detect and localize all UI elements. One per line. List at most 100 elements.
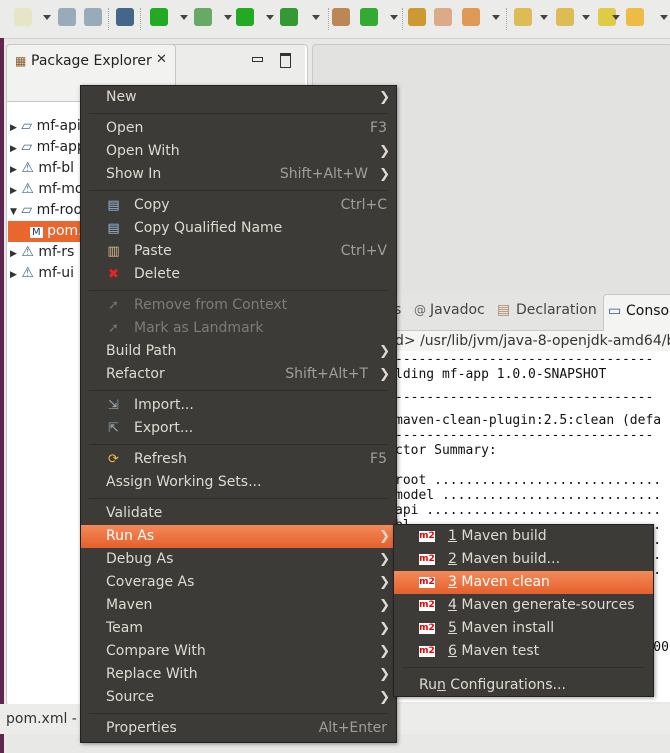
submenu-item-run-configurations[interactable]: Run Configurations... [394,674,653,697]
dropdown-arrow-icon[interactable] [612,15,620,20]
console-line: root ............................. [395,473,662,488]
maven-project-icon: ▱ [21,139,33,155]
submenu-item-label: 6 Maven test [448,643,540,659]
dropdown-arrow-icon[interactable] [540,15,548,20]
menu-item-debug-as[interactable]: Debug As ❯ [81,548,396,571]
menu-item-refactor[interactable]: Refactor Shift+Alt+T ❯ [81,363,396,386]
menu-item-delete[interactable]: ✖ Delete [81,263,396,286]
refresh-icon: ⟳ [108,452,119,467]
menu-item-copy[interactable]: ▤ Copy Ctrl+C [81,194,396,217]
menu-item-coverage-as[interactable]: Coverage As ❯ [81,571,396,594]
menu-item-properties[interactable]: Properties Alt+Enter [81,717,396,740]
external-tools-icon[interactable] [280,8,298,26]
next-annotation-icon[interactable] [514,8,532,26]
tab-declaration[interactable]: Declaration [516,302,597,318]
tree-item-label: mf-roo [36,202,83,218]
save-icon[interactable] [58,8,76,26]
menu-item-run-as[interactable]: Run As ❯ [81,525,396,548]
menu-item-compare-with[interactable]: Compare With ❯ [81,640,396,663]
new-java-package-icon[interactable] [332,8,350,26]
menu-item-label: Coverage As [106,574,195,590]
menu-item-validate[interactable]: Validate [81,502,396,525]
dropdown-arrow-icon[interactable] [312,15,320,20]
minimize-icon[interactable] [252,57,263,62]
dropdown-arrow-icon[interactable] [582,15,590,20]
dropdown-arrow-icon[interactable] [43,15,51,20]
search-icon[interactable] [462,8,480,26]
dropdown-arrow-icon[interactable] [266,15,274,20]
menu-item-paste[interactable]: ▥ Paste Ctrl+V [81,240,396,263]
debug-icon[interactable] [194,8,212,26]
menu-item-assign-working-sets[interactable]: Assign Working Sets... [81,471,396,494]
menu-item-refresh[interactable]: ⟳ Refresh F5 [81,448,396,471]
tab-label: Consol [626,303,670,319]
menu-item-open-with[interactable]: Open With ❯ [81,140,396,163]
collapsed-arrow-icon[interactable]: ▶ [10,144,17,154]
console-line: ctor Summary: [395,443,497,458]
menu-separator [89,390,388,391]
menu-item-build-path[interactable]: Build Path ❯ [81,340,396,363]
dropdown-arrow-icon[interactable] [492,15,500,20]
submenu-item-label: 2 Maven build... [448,551,561,567]
collapsed-arrow-icon[interactable]: ▶ [10,186,17,196]
menu-item-show-in[interactable]: Show In Shift+Alt+W ❯ [81,163,396,186]
submenu-item-maven[interactable]: m2 2 Maven build... [394,548,653,571]
collapsed-arrow-icon[interactable]: ▶ [10,123,17,133]
submenu-item-maven[interactable]: m2 4 Maven generate-sources [394,594,653,617]
menu-item-open[interactable]: Open F3 [81,117,396,140]
back-icon[interactable] [626,8,644,26]
shortcut-label: F3 [370,120,387,136]
open-type-icon[interactable] [408,8,426,26]
submenu-item-maven[interactable]: m2 5 Maven install [394,617,653,640]
menu-item-import[interactable]: ⇲ Import... [81,394,396,417]
dropdown-arrow-icon[interactable] [180,15,188,20]
menu-item-replace-with[interactable]: Replace With ❯ [81,663,396,686]
collapsed-arrow-icon[interactable]: ▶ [10,270,17,280]
submenu-item-maven[interactable]: m2 1 Maven build [394,525,653,548]
submenu-item-maven[interactable]: m2 3 Maven clean [394,571,653,594]
toggle-mark-occurrences-icon[interactable] [116,8,134,26]
menu-item-export[interactable]: ⇱ Export... [81,417,396,440]
dropdown-arrow-icon[interactable] [390,15,398,20]
tree-item-project[interactable]: ▶ ⚠ mf-rs [10,242,74,263]
menu-item-maven[interactable]: Maven ❯ [81,594,396,617]
console-line: maven-clean-plugin:2.5:clean (defa [395,413,662,428]
new-wizard-icon[interactable] [14,8,32,26]
open-task-icon[interactable] [434,8,452,26]
submenu-item-maven[interactable]: m2 6 Maven test [394,640,653,663]
status-text: pom.xml - r [6,711,88,727]
tree-item-project[interactable]: ▶ ⚠ mf-bl [10,158,74,179]
tree-item-project[interactable]: ▶ ▱ mf-api [10,116,81,137]
tree-item-label: mf-ui [38,265,75,281]
tab-javadoc[interactable]: Javadoc [430,302,485,318]
context-menu: New ❯ Open F3 Open With ❯ Show In Shift+Alt+W ❯ ▤… [80,85,397,743]
run-last-icon[interactable] [150,8,168,26]
tree-item-project[interactable]: ▼ ▱ mf-roo [10,200,82,221]
menu-item-copy-qualified-name[interactable]: ▤ Copy Qualified Name [81,217,396,240]
tree-item-project[interactable]: ▶ ⚠ mf-mo [10,179,83,200]
save-all-icon[interactable] [84,8,102,26]
dropdown-arrow-icon[interactable] [224,15,232,20]
tree-item-file[interactable]: M pom. [8,221,88,242]
menu-item-source[interactable]: Source ❯ [81,686,396,709]
new-class-icon[interactable] [360,8,378,26]
previous-annotation-icon[interactable] [556,8,574,26]
tab-console[interactable]: ▭ Consol [603,294,670,332]
dropdown-arrow-icon[interactable] [660,15,668,20]
tree-item-project[interactable]: ▶ ▱ mf-app [10,137,86,158]
menu-item-team[interactable]: Team ❯ [81,617,396,640]
maximize-icon[interactable] [280,53,291,68]
declaration-icon: ▤ [497,302,511,318]
maven-project-icon: ⚠ [21,181,34,197]
menu-item-label: Build Path [106,343,177,359]
close-icon[interactable]: ✕ [156,52,167,67]
toolbar-separator [402,8,404,30]
menu-item-new[interactable]: New ❯ [81,86,396,109]
collapsed-arrow-icon[interactable]: ▶ [10,249,17,259]
menu-item-mark-as-landmark[interactable]: ➚ Mark as Landmark [81,317,396,340]
menu-item-remove-from-context[interactable]: ➚ Remove from Context [81,294,396,317]
run-icon[interactable] [236,8,254,26]
expanded-arrow-icon[interactable]: ▼ [10,207,17,217]
tree-item-project[interactable]: ▶ ⚠ mf-ui [10,263,74,284]
collapsed-arrow-icon[interactable]: ▶ [10,165,17,175]
